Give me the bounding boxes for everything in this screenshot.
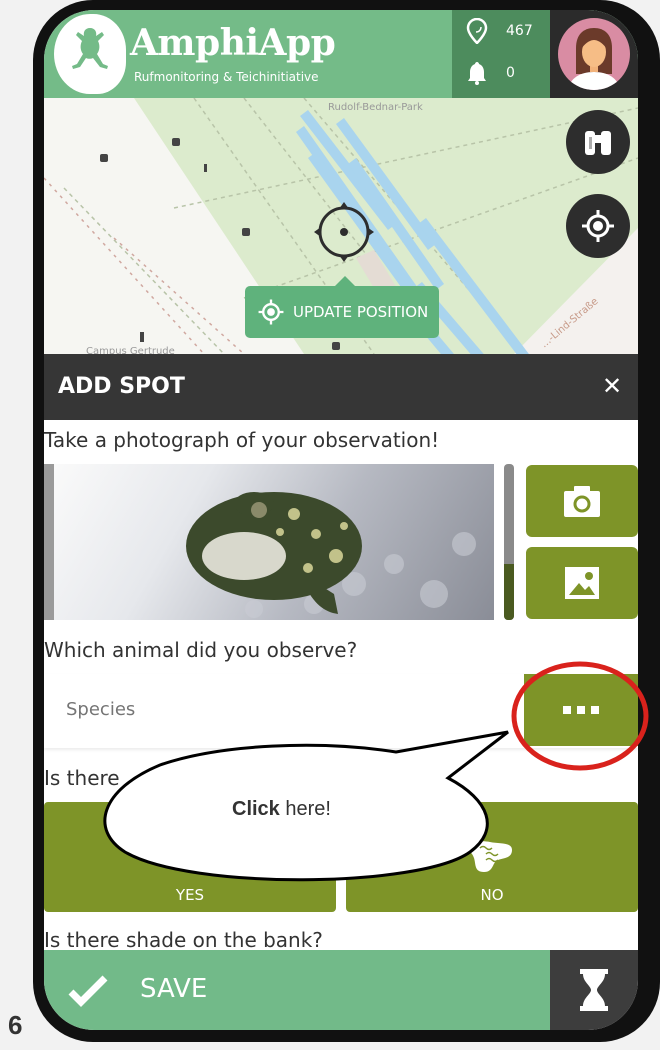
hourglass-icon [580, 969, 608, 1011]
notifications-count: 0 [506, 65, 515, 81]
binoculars-icon [585, 131, 611, 155]
photo-scrollbar-thumb[interactable] [504, 564, 514, 620]
speech-bubble-text: Click here! [232, 798, 331, 821]
app-subtitle: Rufmonitoring & Teichinitiative [134, 70, 319, 84]
camera-icon [564, 486, 600, 517]
checkmark-icon [68, 975, 108, 1007]
frog-logo-icon [72, 28, 108, 69]
position-crosshair-icon [314, 202, 374, 262]
water-yes-label: YES [175, 886, 205, 904]
spots-count: 467 [506, 23, 533, 39]
bell-icon [468, 62, 486, 85]
bubble-rest-text: here! [279, 798, 331, 820]
binoculars-button[interactable] [566, 110, 630, 174]
notifications-stat[interactable]: 0 [466, 60, 515, 86]
water-question: Is there [44, 766, 120, 790]
choose-from-gallery-button[interactable] [526, 547, 638, 619]
profile-area [550, 10, 638, 98]
take-photo-button[interactable] [526, 465, 638, 537]
shade-question: Is there shade on the bank? [44, 928, 323, 952]
species-input[interactable] [64, 698, 468, 721]
save-label: SAVE [140, 974, 208, 1004]
update-position-button[interactable]: UPDATE POSITION [245, 276, 439, 338]
phone-frame: AmphiApp Rufmonitoring & Teichinitiative… [33, 0, 660, 1042]
toad-photo [186, 492, 476, 618]
step-number: 6 [8, 1010, 23, 1040]
save-later-button[interactable] [550, 950, 638, 1030]
species-question: Which animal did you observe? [44, 638, 358, 662]
locate-icon [582, 210, 614, 242]
observation-photo[interactable] [54, 464, 494, 620]
bubble-bold-text: Click [232, 798, 280, 820]
locate-me-button[interactable] [566, 194, 630, 258]
locate-icon [258, 299, 284, 325]
app-screen: AmphiApp Rufmonitoring & Teichinitiative… [44, 10, 638, 1030]
panel-title: ADD SPOT [58, 374, 185, 399]
stats-panel: 467 0 [452, 10, 550, 98]
map-label-park: Rudolf-Bednar-Park [328, 102, 423, 113]
more-dots-icon [563, 706, 599, 714]
image-icon [565, 567, 599, 599]
species-picker-button[interactable] [524, 674, 638, 746]
spots-stat[interactable]: 467 [466, 18, 533, 44]
app-header: AmphiApp Rufmonitoring & Teichinitiative… [44, 10, 638, 98]
add-spot-header: ADD SPOT ✕ [44, 354, 638, 420]
app-logo[interactable] [54, 14, 126, 94]
map-pin-icon [466, 18, 488, 44]
dry-pond-icon [470, 841, 512, 872]
map-view[interactable]: Rudolf-Bednar-Park Campus Gertrude …-Lin… [44, 98, 638, 354]
user-avatar[interactable] [558, 18, 630, 90]
water-no-label: NO [480, 886, 504, 904]
map-label-campus: Campus Gertrude [86, 346, 175, 354]
photo-question: Take a photograph of your observation! [44, 428, 440, 452]
photo-carousel-prev[interactable] [44, 464, 54, 620]
close-button[interactable]: ✕ [602, 372, 622, 400]
photo-scrollbar[interactable] [504, 464, 514, 620]
avatar-woman-icon [568, 28, 620, 90]
app-title: AmphiApp [130, 22, 336, 64]
save-button[interactable]: SAVE [44, 950, 550, 1030]
water-no-button[interactable]: NO [346, 802, 638, 912]
update-position-label: UPDATE POSITION [293, 303, 429, 321]
